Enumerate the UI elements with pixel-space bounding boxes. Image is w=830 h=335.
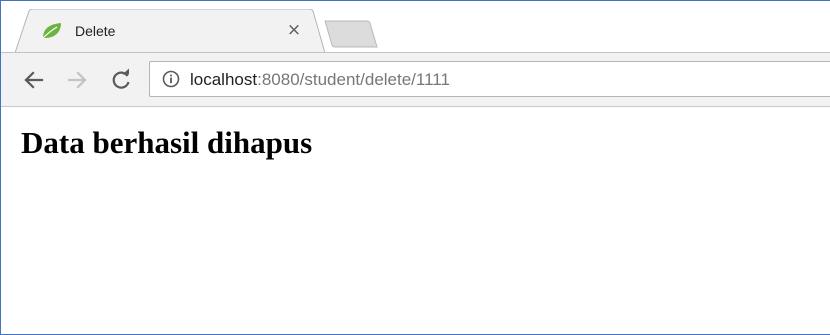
forward-button[interactable] [64,67,90,93]
tab-title: Delete [75,23,116,39]
spring-leaf-icon [41,22,63,40]
tab-delete[interactable]: Delete × [15,9,325,53]
url-text[interactable]: localhost:8080/student/delete/1111 [190,70,450,90]
browser-window: Delete × localhost:8080/student/delete/1… [0,0,830,335]
arrow-right-icon [67,71,87,89]
url-path: :8080/student/delete/1111 [257,70,450,89]
page-content: Data berhasil dihapus [1,107,830,334]
reload-button[interactable] [108,67,134,93]
address-bar[interactable]: localhost:8080/student/delete/1111 [149,61,830,97]
url-host: localhost [190,70,258,89]
info-circle-icon[interactable] [162,70,180,88]
reload-icon [112,68,130,89]
tab-strip: Delete × [1,1,830,53]
page-heading: Data berhasil dihapus [21,125,313,160]
browser-toolbar: localhost:8080/student/delete/1111 [1,52,830,107]
arrow-left-icon [24,71,44,89]
back-button[interactable] [21,67,47,93]
new-tab-button[interactable] [323,19,381,49]
tab-close-icon[interactable]: × [286,21,302,39]
